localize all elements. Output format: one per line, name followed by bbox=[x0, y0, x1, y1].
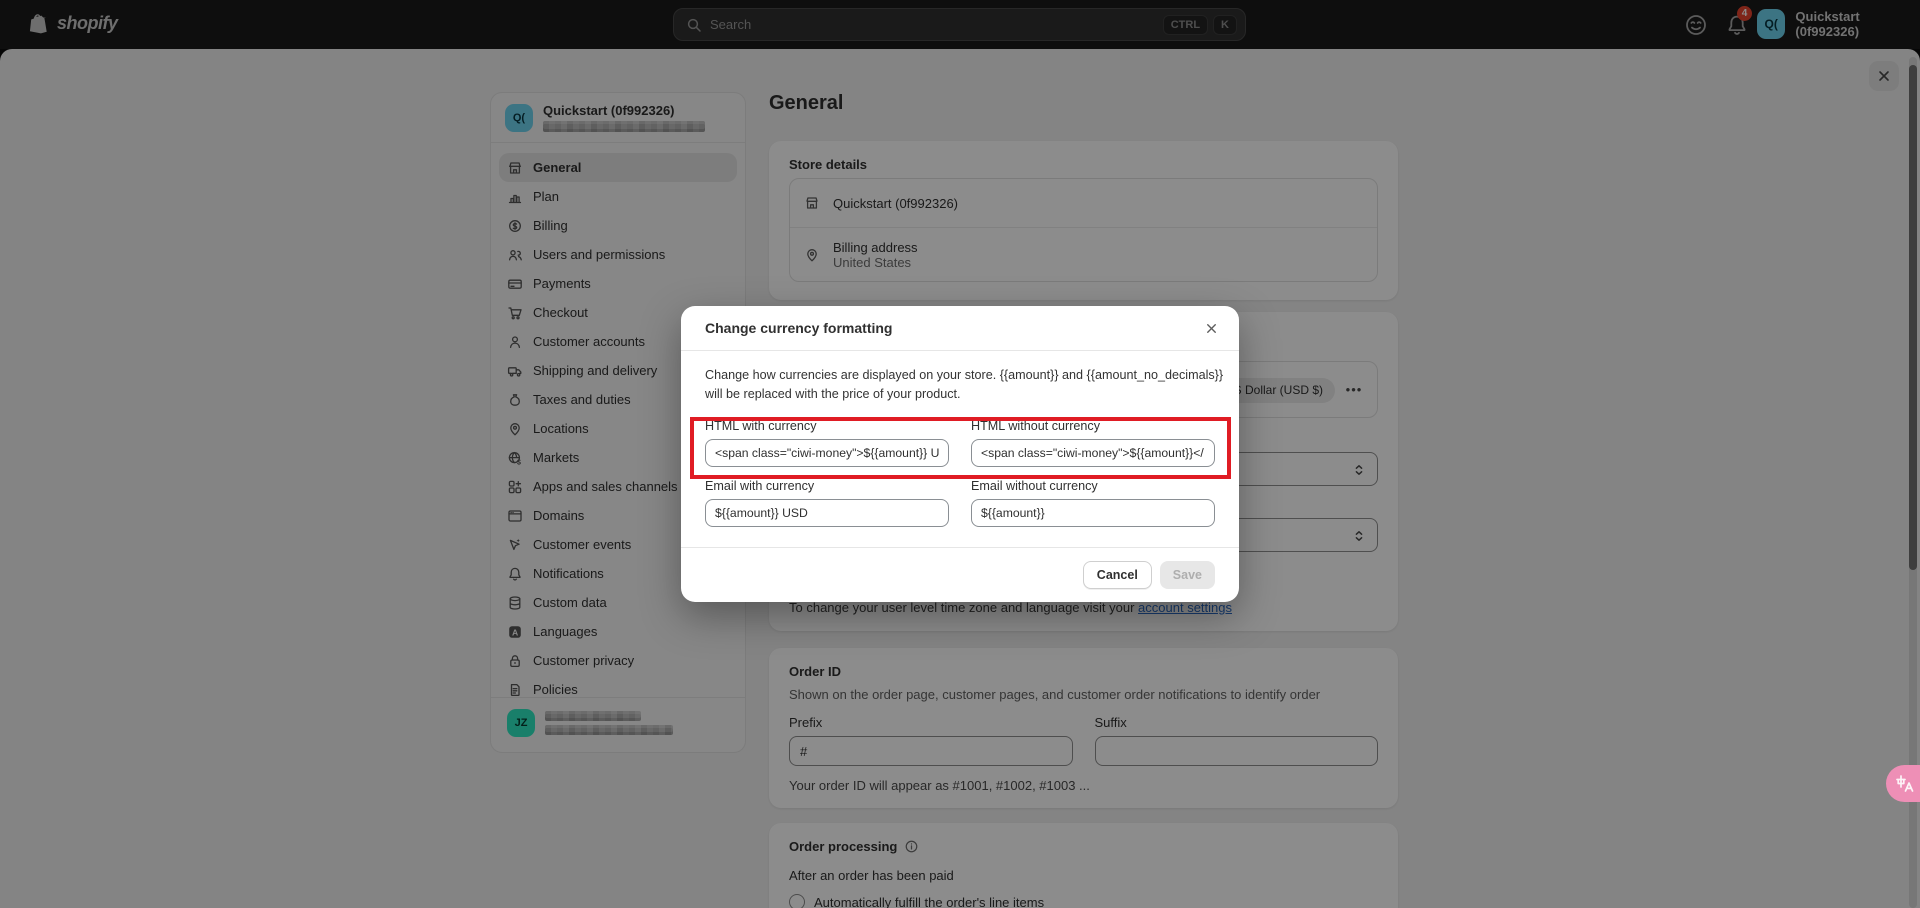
email-without-currency-field: Email without currency bbox=[971, 479, 1215, 527]
save-button[interactable]: Save bbox=[1160, 561, 1215, 589]
translate-widget-button[interactable] bbox=[1886, 765, 1920, 802]
email-without-currency-input[interactable] bbox=[971, 499, 1215, 527]
cancel-button[interactable]: Cancel bbox=[1083, 561, 1152, 589]
modal-title: Change currency formatting bbox=[705, 320, 1197, 336]
email-with-currency-label: Email with currency bbox=[705, 479, 949, 493]
modal-description: Change how currencies are displayed on y… bbox=[705, 366, 1215, 404]
email-with-currency-input[interactable] bbox=[705, 499, 949, 527]
annotation-highlight-rectangle bbox=[690, 417, 1231, 479]
modal-close-button[interactable] bbox=[1197, 314, 1225, 342]
email-without-currency-label: Email without currency bbox=[971, 479, 1215, 493]
email-with-currency-field: Email with currency bbox=[705, 479, 949, 527]
close-icon bbox=[1204, 321, 1219, 336]
translate-icon bbox=[1894, 773, 1916, 795]
